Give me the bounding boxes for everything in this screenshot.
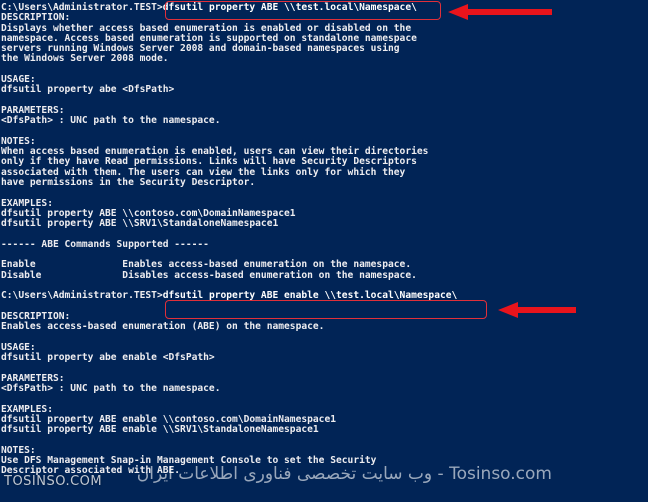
output-line: ------ ABE Commands Supported ------: [1, 238, 209, 250]
output-line: <DfsPath> : UNC path to the namespace.: [1, 382, 221, 394]
output-line: Disable Disables access-based enumeratio…: [1, 269, 417, 281]
output-line: dfsutil property ABE \\SRV1\StandaloneNa…: [1, 218, 279, 230]
output-line: the Windows Server 2008 mode.: [1, 53, 169, 65]
console-window[interactable]: C:\Users\Administrator.TEST> dfsutil prop…: [0, 0, 648, 502]
console-output: C:\Users\Administrator.TEST> dfsutil prop…: [1, 2, 457, 477]
output-line: Enables access-based enumeration (ABE) o…: [1, 321, 325, 333]
output-line: have permissions in the Security Descrip…: [1, 177, 256, 189]
command-highlight-2: [165, 300, 487, 319]
arrow-left-icon: [498, 302, 576, 318]
watermark-left: TOSINSO.COM: [4, 474, 103, 489]
output-line: dfsutil property abe <DfsPath>: [1, 84, 175, 96]
output-line: <DfsPath> : UNC path to the namespace.: [1, 115, 221, 127]
prompt-text: C:\Users\Administrator.TEST>: [1, 290, 163, 302]
watermark-right: وب سایت تخصصی فناوری اطلاعات ایران - Tos…: [136, 464, 552, 484]
command-highlight-1: [165, 1, 441, 20]
output-line: dfsutil property ABE enable \\SRV1\Stand…: [1, 424, 319, 436]
arrow-left-icon: [448, 4, 552, 20]
output-line: dfsutil property abe enable <DfsPath>: [1, 352, 215, 364]
